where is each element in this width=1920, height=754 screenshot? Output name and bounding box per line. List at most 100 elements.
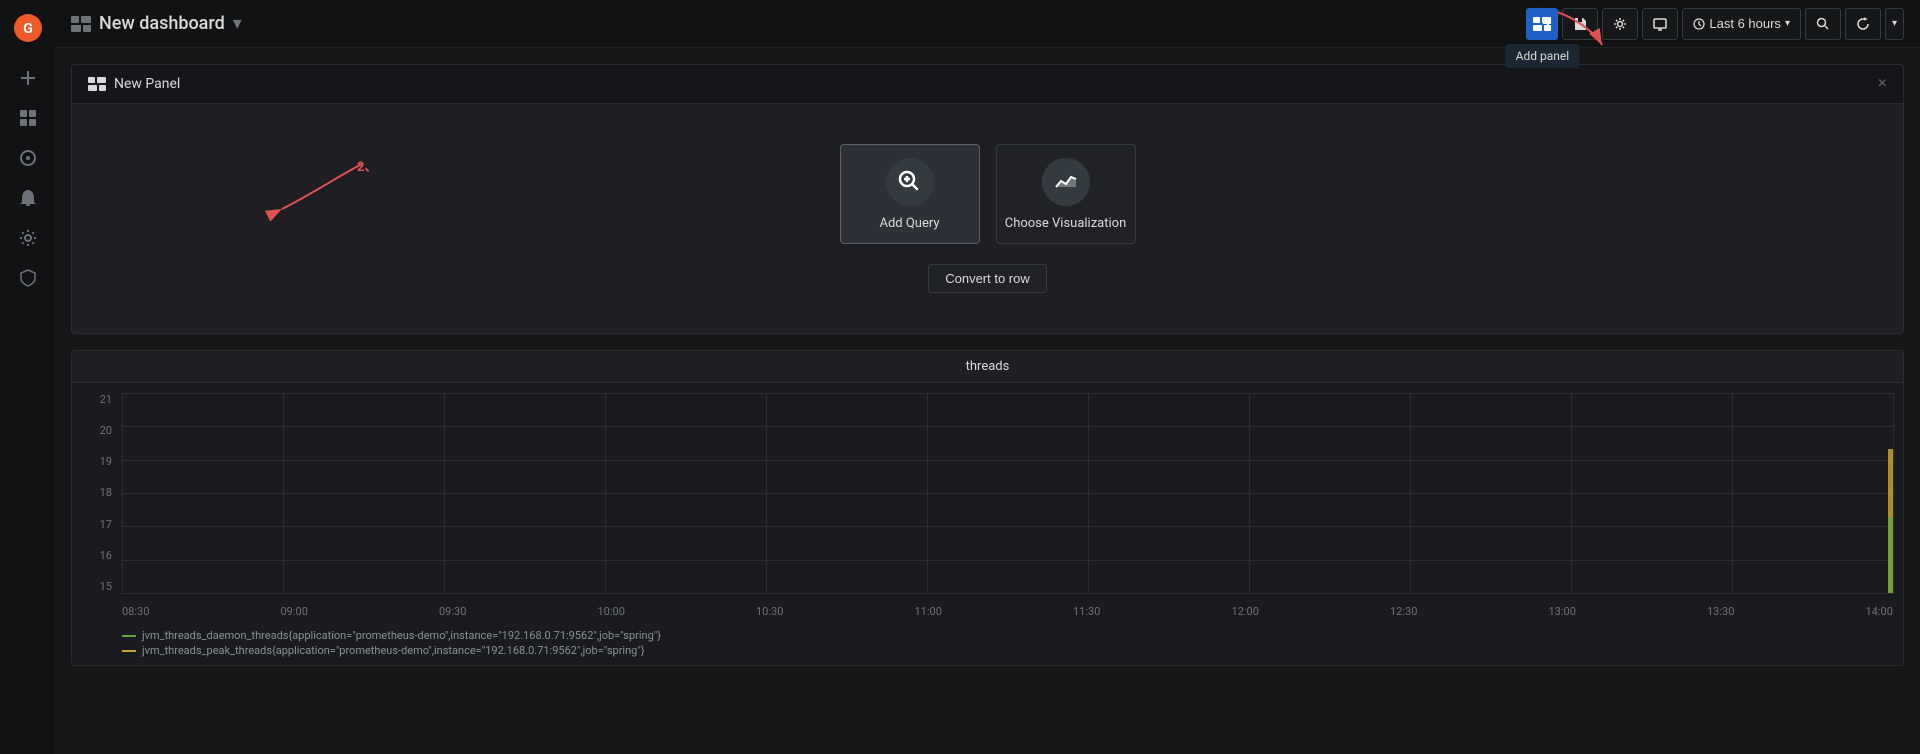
x-label-0930: 09:30 <box>439 605 466 618</box>
grid-v-1 <box>283 393 284 593</box>
sidebar-item-dashboards[interactable] <box>8 100 48 136</box>
add-query-icon <box>886 158 934 206</box>
save-dashboard-button[interactable] <box>1562 8 1598 40</box>
sidebar-logo[interactable]: G <box>8 8 48 48</box>
save-icon <box>1573 17 1587 31</box>
grid-v-2 <box>444 393 445 593</box>
chart-legend: jvm_threads_daemon_threads{application="… <box>72 623 1903 665</box>
annotation-2-label: 2、 <box>357 156 377 175</box>
panel-dialog-title-area: New Panel <box>88 76 180 92</box>
annotation-2-group: 2、 <box>262 154 382 228</box>
chart-y-axis: 21 20 19 18 17 16 15 <box>72 393 117 593</box>
x-label-1200: 12:00 <box>1232 605 1259 618</box>
panel-dialog-close-button[interactable]: × <box>1878 75 1887 93</box>
grid-h-0 <box>122 393 1893 394</box>
x-label-1100: 11:00 <box>915 605 942 618</box>
x-label-1230: 12:30 <box>1390 605 1417 618</box>
x-label-1400: 14:00 <box>1866 605 1893 618</box>
monitor-icon <box>1653 17 1667 31</box>
legend-color-peak <box>122 650 136 652</box>
title-dropdown-icon[interactable]: ▾ <box>233 13 242 34</box>
sidebar-item-shield[interactable] <box>8 260 48 296</box>
grid-v-0 <box>122 393 123 593</box>
chart-panel: threads 21 20 19 18 17 16 15 <box>71 350 1904 666</box>
refresh-icon <box>1856 17 1870 31</box>
x-label-1330: 13:30 <box>1707 605 1734 618</box>
x-label-1030: 10:30 <box>756 605 783 618</box>
y-label-21: 21 <box>100 393 112 406</box>
grid-h-2 <box>122 460 1893 461</box>
panel-dialog-title: New Panel <box>114 76 180 92</box>
legend-color-daemon <box>122 635 136 637</box>
content-area: New Panel × 2、 <box>55 48 1920 754</box>
grid-h-4 <box>122 526 1893 527</box>
sidebar: G <box>0 0 55 754</box>
grid-v-8 <box>1410 393 1411 593</box>
topnav: New dashboard ▾ 1、 <box>55 0 1920 48</box>
grid-h-6 <box>122 593 1893 594</box>
time-range-button[interactable]: Last 6 hours ▾ <box>1682 8 1801 40</box>
add-query-label: Add Query <box>879 216 939 231</box>
panel-dialog-body: 2、 Add Query <box>72 104 1903 333</box>
legend-item-daemon: jvm_threads_daemon_threads{application="… <box>122 629 1893 642</box>
choose-visualization-button[interactable]: Choose Visualization <box>996 144 1136 244</box>
chart-title: threads <box>72 351 1903 383</box>
y-label-19: 19 <box>100 455 112 468</box>
arrow-2-svg <box>262 154 382 224</box>
y-label-18: 18 <box>100 486 112 499</box>
search-button[interactable] <box>1805 8 1841 40</box>
x-label-0900: 09:00 <box>281 605 308 618</box>
grid-v-7 <box>1249 393 1250 593</box>
x-label-0830: 08:30 <box>122 605 149 618</box>
x-label-1000: 10:00 <box>598 605 625 618</box>
x-label-1130: 11:30 <box>1073 605 1100 618</box>
choose-visualization-icon <box>1042 158 1090 206</box>
legend-label-peak: jvm_threads_peak_threads{application="pr… <box>142 644 645 657</box>
panel-options: Add Query Choose Visualization <box>840 144 1136 244</box>
dashboard-grid-icon <box>71 16 91 32</box>
dashboard-title: New dashboard <box>99 13 225 34</box>
sidebar-item-add[interactable] <box>8 60 48 96</box>
chart-x-axis: 08:30 09:00 09:30 10:00 10:30 11:00 11:3… <box>122 605 1893 618</box>
add-panel-icon <box>1533 15 1551 33</box>
dashboard-settings-button[interactable] <box>1602 8 1638 40</box>
sidebar-item-configuration[interactable] <box>8 220 48 256</box>
legend-item-peak: jvm_threads_peak_threads{application="pr… <box>122 644 1893 657</box>
search-icon <box>1816 17 1830 31</box>
sidebar-item-alerts[interactable] <box>8 180 48 216</box>
grid-h-1 <box>122 426 1893 427</box>
view-mode-button[interactable] <box>1642 8 1678 40</box>
refresh-button[interactable] <box>1845 8 1881 40</box>
add-query-button[interactable]: Add Query <box>840 144 980 244</box>
x-label-1300: 13:00 <box>1549 605 1576 618</box>
grid-v-9 <box>1571 393 1572 593</box>
add-panel-button[interactable] <box>1526 8 1558 40</box>
chart-grid <box>122 393 1893 593</box>
chart-area: 21 20 19 18 17 16 15 <box>72 383 1903 623</box>
settings-icon <box>1613 17 1627 31</box>
y-label-17: 17 <box>100 518 112 531</box>
panel-title-icon <box>88 77 106 91</box>
svg-text:G: G <box>23 21 33 37</box>
y-label-15: 15 <box>100 580 112 593</box>
topnav-right: 1、 Add panel <box>1526 8 1904 40</box>
grid-v-10 <box>1732 393 1733 593</box>
refresh-dropdown-button[interactable]: ▾ <box>1885 8 1904 40</box>
query-circle-icon <box>897 169 923 195</box>
clock-icon <box>1693 18 1705 30</box>
add-panel-container: Add panel <box>1526 8 1558 40</box>
sidebar-item-explore[interactable] <box>8 140 48 176</box>
grid-h-5 <box>122 560 1893 561</box>
y-label-16: 16 <box>100 549 112 562</box>
legend-label-daemon: jvm_threads_daemon_threads{application="… <box>142 629 661 642</box>
visualization-circle-icon <box>1053 169 1079 195</box>
grid-v-5 <box>927 393 928 593</box>
grid-v-11 <box>1893 393 1894 593</box>
choose-visualization-label: Choose Visualization <box>1005 216 1127 231</box>
grid-v-4 <box>766 393 767 593</box>
grid-h-3 <box>122 493 1893 494</box>
time-range-label: Last 6 hours <box>1709 16 1781 31</box>
dashboard-title-area: New dashboard ▾ <box>71 13 242 34</box>
convert-to-row-button[interactable]: Convert to row <box>928 264 1047 293</box>
y-label-20: 20 <box>100 424 112 437</box>
